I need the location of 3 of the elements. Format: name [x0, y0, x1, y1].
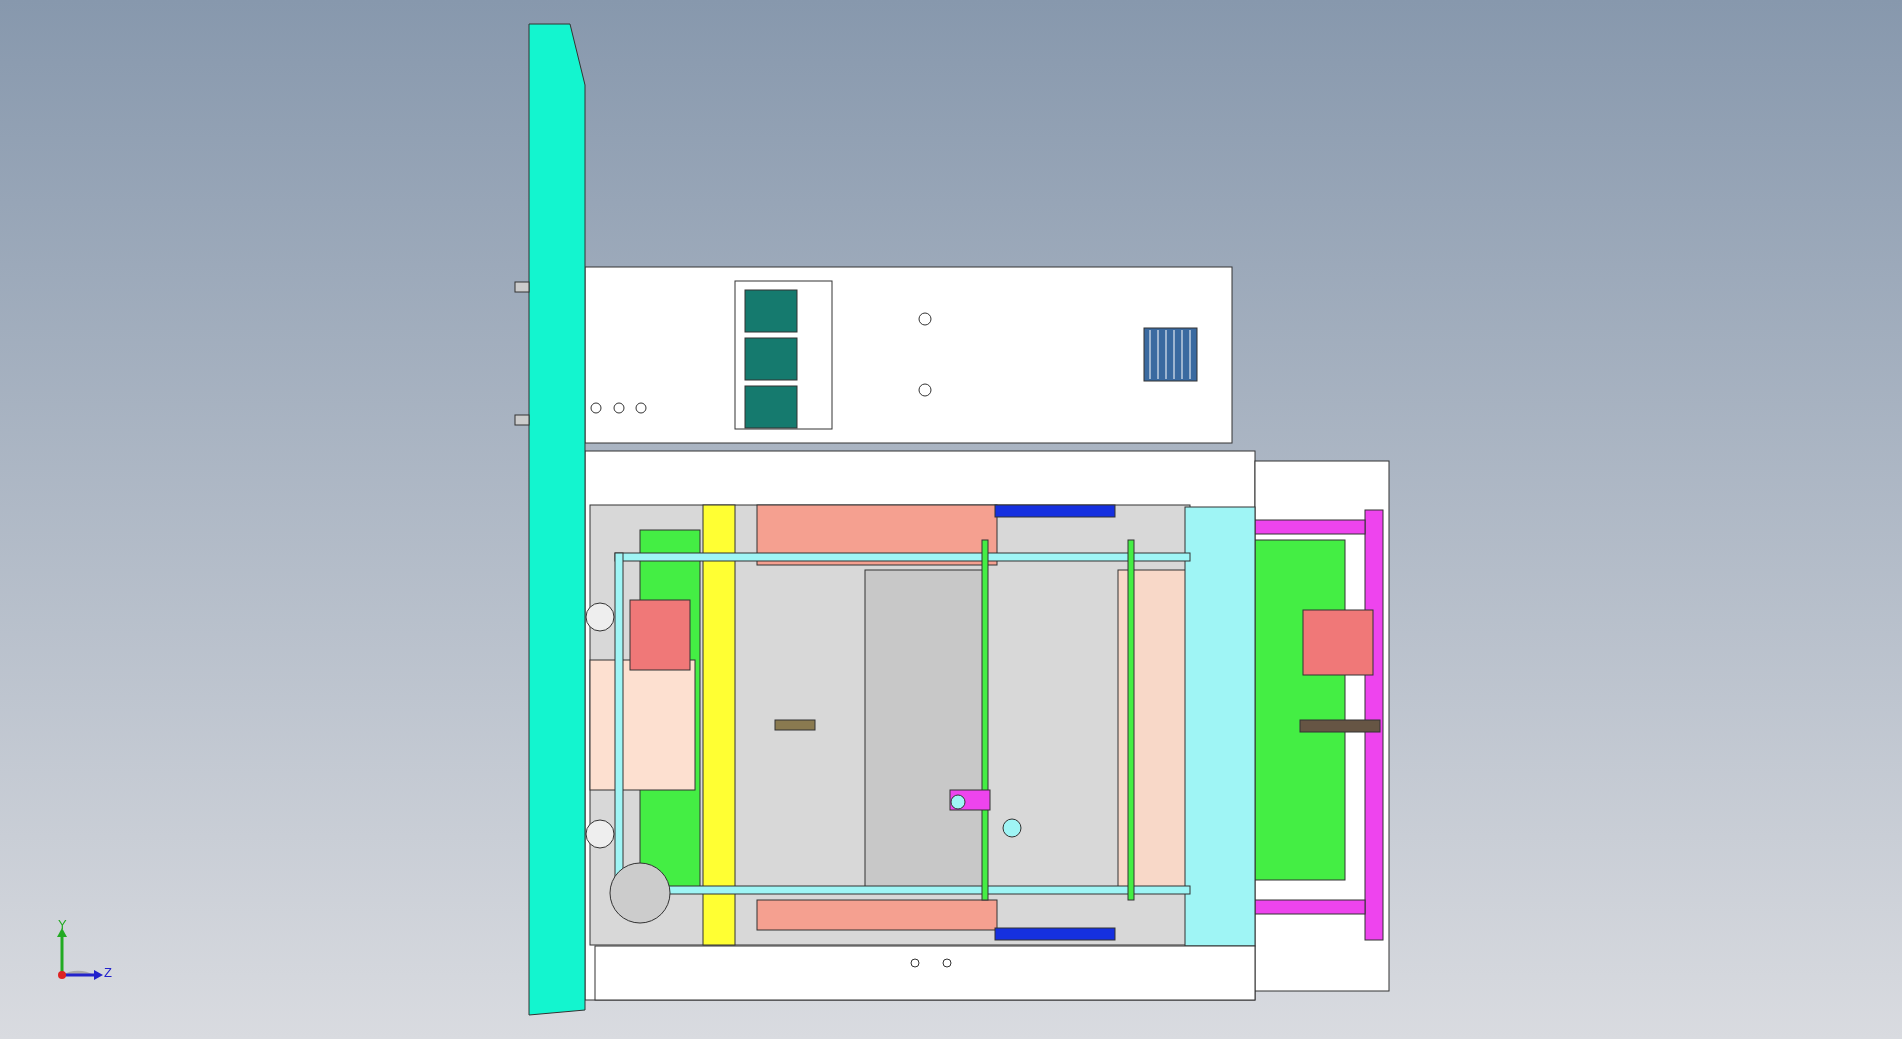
axis-triad-icon: [57, 928, 103, 980]
axis-label: Y: [58, 917, 67, 932]
axis-label: Z: [104, 965, 112, 980]
